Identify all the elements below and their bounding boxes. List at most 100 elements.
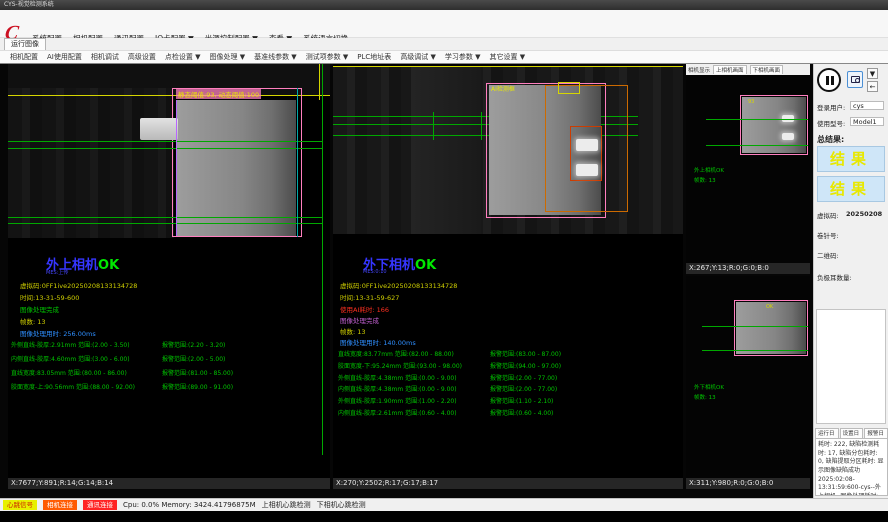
tool-baseline-params[interactable]: 基准线参数 ▼	[254, 52, 297, 62]
alarm-range: 报警范围:(89.00 - 91.00)	[162, 382, 233, 391]
camera-result-ok: OK	[415, 258, 436, 273]
preview-header: 相机显示 上相机画面 下相机画面	[686, 64, 810, 75]
time-line: 时间:13-31-59-600	[20, 292, 79, 302]
measurement-value: 内侧直线-胶厚:4.60mm 范围:(3.00 - 6.00)	[11, 356, 130, 363]
overlay-teal-line	[297, 88, 298, 237]
chevron-down-button[interactable]: ▼	[867, 68, 878, 79]
frame-count-line: 帧数: 13	[20, 316, 46, 326]
measurement-row: 内侧直线-胶厚:2.61mm 范围:(0.60 - 4.00) 报警范围:(0.…	[338, 408, 683, 417]
tab-row: 运行图像	[0, 38, 888, 50]
preview-upper-camera[interactable]: 93 外上相机OK 帧数: 13	[686, 75, 810, 263]
ai-time-line: 使用AI耗时: 166	[340, 304, 389, 314]
result-list-box[interactable]	[816, 309, 886, 424]
alarm-range: 报警范围:(2.00 - 5.00)	[162, 354, 225, 363]
control-buttons: ▼ ←	[817, 68, 887, 96]
lower-camera-heartbeat-label[interactable]: 下相机心跳检测	[317, 500, 366, 510]
measurement-value: 内侧直线-胶厚:2.61mm 范围:(0.60 - 4.00)	[338, 410, 457, 417]
bright-feature	[576, 139, 598, 151]
cpu-memory-readout: Cpu: 0.0% Memory: 3424.41796875M	[123, 501, 256, 509]
tool-other-settings[interactable]: 其它设置 ▼	[490, 52, 526, 62]
upper-camera-heartbeat-label[interactable]: 上相机心跳检测	[262, 500, 311, 510]
window-title: CYS-视觉检测系统	[4, 1, 54, 8]
measurement-value: 外侧直线-胶厚:2.91mm 范围:(2.00 - 3.50)	[11, 342, 130, 349]
cursor-coords-preview-top: X:267;Y:13;R:0;G:0;B:0	[686, 263, 810, 274]
measurement-row: 外侧直线-胶厚:4.38mm 范围:(0.00 - 9.00) 报警范围:(2.…	[338, 373, 683, 382]
virtual-code-label: 虚拟码:	[817, 210, 839, 220]
overlay-green-line	[8, 148, 322, 149]
overlay-green-line	[481, 112, 482, 140]
cursor-coords-preview-bottom: X:311;Y:980;R:0;G:0;B:0	[686, 478, 810, 489]
tool-camera-config[interactable]: 相机配置	[10, 52, 38, 62]
tool-advanced-settings[interactable]: 高级设置	[128, 52, 156, 62]
camera-connection-badge: 相机连接	[43, 500, 77, 510]
overlay-green-line	[702, 326, 808, 327]
cursor-coords-left: X:7677;Y:891;R:14;G:14;B:14	[8, 478, 330, 489]
main-area: 静态阈值:93, 动态阈值:100 外上相机OK MES:上传 虚拟码:0FF1…	[0, 64, 888, 498]
comm-connection-badge: 通讯连接	[83, 500, 117, 510]
alarm-range: 报警范围:(1.10 - 2.10)	[490, 396, 553, 405]
tool-ai-usage-config[interactable]: AI使用配置	[47, 52, 82, 62]
camera-view-upper[interactable]: 静态阈值:93, 动态阈值:100 外上相机OK MES:上传 虚拟码:0FF1…	[8, 64, 330, 478]
alarm-range: 报警范围:(2.20 - 3.20)	[162, 340, 225, 349]
process-done-line: 图像处理完成	[20, 304, 59, 314]
measurement-value: 胶面宽度-上:90.56mm 范围:(88.00 - 92.00)	[11, 384, 135, 391]
mes-subline: MES:0:10	[363, 269, 387, 275]
inspected-part	[176, 100, 296, 236]
tool-image-processing[interactable]: 图像处理 ▼	[209, 52, 245, 62]
mini-frame-line: 帧数: 13	[694, 177, 716, 185]
login-user-value[interactable]: cys	[850, 101, 884, 110]
measurement-row: 直线宽度:83.05mm 范围:(80.00 - 86.00) 报警范围:(81…	[11, 368, 330, 377]
process-time-line: 图像处理用时: 256.00ms	[20, 328, 96, 338]
overlay-purple-line	[176, 100, 177, 236]
preview-lower-camera[interactable]: OK 外下相机OK 帧数: 13	[686, 276, 810, 478]
negative-tab-count-label: 负极耳数量:	[817, 272, 852, 282]
overlay-green-line	[706, 119, 808, 120]
measurement-row: 胶面宽度-下:95.24mm 范围:(93.00 - 98.00) 报警范围:(…	[338, 361, 683, 370]
tab-lower-camera-view[interactable]: 下相机画面	[750, 65, 784, 74]
tool-test-params[interactable]: 测试项参数 ▼	[306, 52, 349, 62]
camera-icon	[851, 76, 860, 83]
bottom-filler	[0, 511, 888, 522]
tab-run-image[interactable]: 运行图像	[4, 38, 46, 50]
mini-overlay-label: 93	[748, 99, 754, 105]
mes-subline: MES:上传	[46, 269, 68, 276]
process-done-line: 图像处理完成	[340, 315, 379, 325]
cursor-coords-mid: X:270;Y:2502;R:17;G:17;B:17	[333, 478, 683, 489]
tool-spotcheck-settings[interactable]: 点检设置 ▼	[165, 52, 201, 62]
measurement-value: 直线宽度:83.05mm 范围:(80.00 - 86.00)	[11, 370, 127, 377]
camera-view-lower[interactable]: AI检测框 外下相机OK MES:0:10 虚拟码:0FF1ive2025020…	[333, 64, 683, 478]
alarm-range: 报警范围:(83.00 - 87.00)	[490, 349, 561, 358]
measurement-row: 内侧直线-胶厚:4.38mm 范围:(0.00 - 9.00) 报警范围:(2.…	[338, 384, 683, 393]
tab-upper-camera-view[interactable]: 上相机画面	[713, 65, 747, 74]
log-text-area[interactable]: 耗时: 222, 缺陷检测耗时: 17, 缺陷分包耗时: 0, 缺陷提取分区耗时…	[815, 438, 888, 496]
camera-snapshot-button[interactable]	[847, 71, 863, 88]
qr-code-label: 二维码:	[817, 250, 839, 260]
measurement-value: 外侧直线-胶厚:4.38mm 范围:(0.00 - 9.00)	[338, 375, 457, 382]
barcode-line: 虚拟码:0FF1ive20250208133134728	[20, 280, 137, 290]
chevron-down-icon: ▼	[870, 70, 875, 78]
overlay-green-line	[322, 64, 323, 455]
title-bar[interactable]: CYS-视觉检测系统	[0, 0, 888, 10]
machine-background	[411, 66, 481, 234]
menu-bar: C 系统配置 相机配置 通讯配置 IO卡配置 ▼ 光源控制配置 ▼ 查看 ▼ 系…	[0, 10, 888, 38]
overlay-green-line	[706, 145, 808, 146]
pause-button[interactable]	[817, 68, 841, 92]
pin-number-label: 卷针号:	[817, 230, 839, 240]
tool-camera-debug[interactable]: 相机调试	[91, 52, 119, 62]
back-arrow-icon: ←	[870, 83, 876, 91]
tool-learning-params[interactable]: 学习参数 ▼	[445, 52, 481, 62]
frame-count-line: 帧数: 13	[340, 326, 366, 336]
tool-advanced-debug[interactable]: 高级调试 ▼	[400, 52, 436, 62]
alarm-range: 报警范围:(2.00 - 77.00)	[490, 373, 557, 382]
overlay-green-line	[8, 217, 322, 218]
time-line: 时间:13-31-59-627	[340, 292, 399, 302]
tool-plc-address-table[interactable]: PLC地址表	[357, 52, 391, 62]
measurement-row: 胶面宽度-上:90.56mm 范围:(88.00 - 92.00) 报警范围:(…	[11, 382, 330, 391]
back-arrow-button[interactable]: ←	[867, 81, 878, 92]
total-result-label: 总结果:	[817, 134, 844, 145]
ai-region-label: AI检测框	[491, 84, 515, 93]
status-bar: 心跳信号 相机连接 通讯连接 Cpu: 0.0% Memory: 3424.41…	[0, 498, 888, 511]
overlay-green-line	[702, 350, 808, 351]
model-value[interactable]: Model1	[850, 117, 884, 126]
measurement-row: 内侧直线-胶厚:4.60mm 范围:(3.00 - 6.00) 报警范围:(2.…	[11, 354, 330, 363]
